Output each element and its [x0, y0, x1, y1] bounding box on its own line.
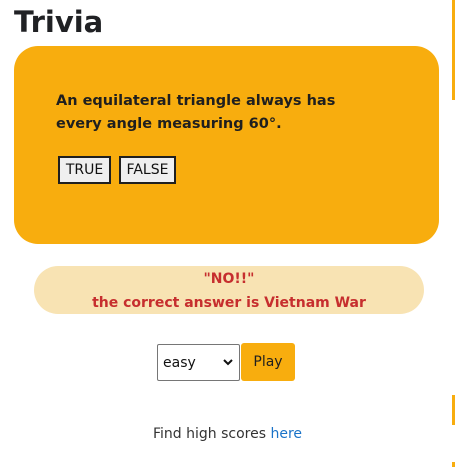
high-scores-link[interactable]: here — [270, 426, 302, 442]
high-scores-footer: Find high scores here — [0, 425, 455, 443]
play-button[interactable]: Play — [241, 343, 295, 381]
feedback-correct-answer: the correct answer is Vietnam War — [92, 295, 366, 311]
difficulty-selected-value: easy — [163, 355, 196, 371]
false-button[interactable]: FALSE — [119, 156, 176, 184]
true-button[interactable]: TRUE — [58, 156, 111, 184]
chevron-down-icon — [223, 359, 233, 366]
difficulty-select[interactable]: easy — [157, 344, 240, 381]
feedback-box: "NO!!" the correct answer is Vietnam War — [34, 266, 424, 314]
high-scores-text: Find high scores — [152, 426, 271, 442]
page-title: Trivia — [14, 5, 104, 39]
feedback-exclamation: "NO!!" — [203, 271, 255, 287]
question-text: An equilateral triangle always has every… — [56, 93, 336, 132]
question-card: An equilateral triangle always has every… — [14, 46, 439, 244]
